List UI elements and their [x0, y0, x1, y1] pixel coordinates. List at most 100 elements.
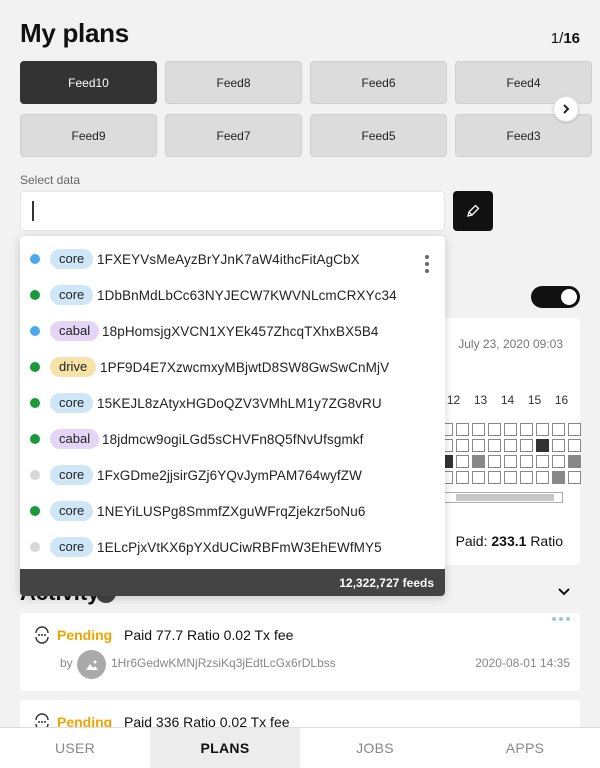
activity-description: Paid 77.7 Ratio 0.02 Tx fee [124, 627, 294, 643]
activity-address: 1Hr6GedwKMNjRzsiKq3jEdtLcGx6rDLbss [111, 656, 336, 670]
schedule-cell [488, 471, 501, 484]
chevron-down-icon[interactable] [557, 586, 571, 598]
dropdown-option[interactable]: core 1FXEYVsMeAyzBrYJnK7aW4ithcFitAgCbX [20, 241, 445, 277]
schedule-cell [552, 471, 565, 484]
schedule-cell [456, 471, 469, 484]
dropdown-option[interactable]: cabal 18jdmcw9ogiLGd5sCHVFn8Q5fNvUfsgmkf [20, 421, 445, 457]
schedule-cell [504, 471, 517, 484]
type-tag: core [50, 285, 94, 305]
dropdown-option[interactable]: cabal 18pHomsjgXVCN1XYEk457ZhcqTXhxBX5B4 [20, 313, 445, 349]
schedule-cell [568, 455, 581, 468]
dropdown-option[interactable]: core 1NEYiLUSPg8SmmfZXguWFrqZjekzr5oNu6 [20, 493, 445, 529]
type-tag: core [50, 501, 94, 521]
feed-grid: Feed10 Feed8 Feed6 Feed4 Feed9 Feed7 Fee… [20, 61, 600, 157]
schedule-cell [488, 439, 501, 452]
paid-value: 233.1 [491, 533, 527, 549]
page-title: My plans [20, 18, 129, 48]
option-address: 1FXEYVsMeAyzBrYJnK7aW4ithcFitAgCbX [97, 251, 360, 267]
image-icon [85, 660, 98, 670]
type-tag: drive [50, 357, 97, 377]
pager: 1/16 [551, 30, 580, 47]
nav-tab-user[interactable]: USER [0, 728, 150, 768]
schedule-cell [472, 423, 485, 436]
chevron-right-icon [563, 104, 570, 114]
schedule-cell [504, 423, 517, 436]
schedule-cell [536, 455, 549, 468]
type-tag: cabal [50, 429, 100, 449]
schedule-cell [552, 423, 565, 436]
schedule-cell [472, 439, 485, 452]
option-address: 18jdmcw9ogiLGd5sCHVFn8Q5fNvUfsgmkf [102, 431, 364, 447]
pager-total: 16 [563, 30, 580, 47]
status-dot [30, 398, 40, 408]
schedule-cell [456, 455, 469, 468]
select-data-label: Select data [20, 173, 81, 187]
schedule-cell [536, 439, 549, 452]
text-caret [32, 201, 34, 221]
activity-item[interactable]: Pending Paid 77.7 Ratio 0.02 Tx fee by 1… [20, 613, 580, 691]
progress-fill [456, 494, 554, 501]
schedule-cell [488, 455, 501, 468]
day-label: 15 [527, 393, 542, 407]
day-label: 16 [554, 393, 569, 407]
status-dot [30, 254, 40, 264]
day-label: 14 [500, 393, 515, 407]
more-icon[interactable] [552, 617, 570, 621]
status-dot [30, 542, 40, 552]
schedule-cell [552, 455, 565, 468]
feed-button-feed6[interactable]: Feed6 [310, 61, 447, 104]
type-tag: core [50, 465, 94, 485]
activity-status: Pending [57, 627, 113, 643]
dropdown-option[interactable]: core 1ELcPjxVtKX6pYXdUCiwRBFmW3EhEWfMY5 [20, 529, 445, 565]
dropdown-option[interactable]: core 1FxGDme2jjsirGZj6YQvJymPAM764wyfZW [20, 457, 445, 493]
schedule-cell [520, 471, 533, 484]
feed-button-feed5[interactable]: Feed5 [310, 114, 447, 157]
nav-tab-jobs[interactable]: JOBS [300, 728, 450, 768]
toggle-knob [561, 289, 577, 305]
status-dot [30, 326, 40, 336]
next-page-button[interactable] [553, 96, 579, 122]
option-address: 1NEYiLUSPg8SmmfZXguWFrqZjekzr5oNu6 [97, 503, 366, 519]
status-dot [30, 290, 40, 300]
plan-progress [440, 492, 563, 503]
plan-toggle[interactable] [531, 286, 580, 308]
feed-button-feed9[interactable]: Feed9 [20, 114, 157, 157]
status-dot [30, 362, 40, 372]
day-labels: 12 13 14 15 16 [440, 393, 580, 407]
feed-button-feed10[interactable]: Feed10 [20, 61, 157, 104]
option-address: 1ELcPjxVtKX6pYXdUCiwRBFmW3EhEWfMY5 [97, 539, 382, 555]
schedule-cell [472, 471, 485, 484]
bottom-nav: USER PLANS JOBS APPS [0, 727, 600, 768]
pending-icon [35, 626, 49, 644]
more-options-icon[interactable] [424, 255, 430, 273]
feed-button-feed7[interactable]: Feed7 [165, 114, 302, 157]
dropdown-option[interactable]: core 15KEJL8zAtyxHGDoQZV3VMhLM1y7ZG8vRU [20, 385, 445, 421]
status-dot [30, 470, 40, 480]
header: My plans 1/16 [20, 18, 580, 50]
edit-button[interactable] [453, 191, 493, 231]
type-tag: core [50, 249, 94, 269]
dropdown-option[interactable]: core 1DbBnMdLbCc63NYJECW7KWVNLcmCRXYc34 [20, 277, 445, 313]
type-tag: core [50, 393, 94, 413]
schedule-cell [456, 439, 469, 452]
select-data-input[interactable] [20, 191, 445, 231]
nav-tab-plans[interactable]: PLANS [150, 728, 300, 768]
schedule-cell [536, 471, 549, 484]
schedule-cell [520, 423, 533, 436]
pager-current: 1 [550, 30, 560, 47]
paid-unit: Ratio [530, 533, 563, 549]
schedule-cell [552, 439, 565, 452]
select-data-dropdown: core 1FXEYVsMeAyzBrYJnK7aW4ithcFitAgCbX … [20, 236, 445, 596]
feed-button-feed8[interactable]: Feed8 [165, 61, 302, 104]
schedule-cell [488, 423, 501, 436]
status-dot [30, 506, 40, 516]
by-label: by [60, 656, 73, 670]
schedule-cell [568, 423, 581, 436]
status-dot [30, 434, 40, 444]
option-address: 1DbBnMdLbCc63NYJECW7KWVNLcmCRXYc34 [97, 287, 397, 303]
nav-tab-apps[interactable]: APPS [450, 728, 600, 768]
paid-summary: Paid: 233.1 Ratio [456, 533, 563, 549]
dropdown-option[interactable]: drive 1PF9D4E7XzwcmxyMBjwtD8SW8GwSwCnMjV [20, 349, 445, 385]
schedule-cell [568, 439, 581, 452]
option-address: 1FxGDme2jjsirGZj6YQvJymPAM764wyfZW [97, 467, 362, 483]
